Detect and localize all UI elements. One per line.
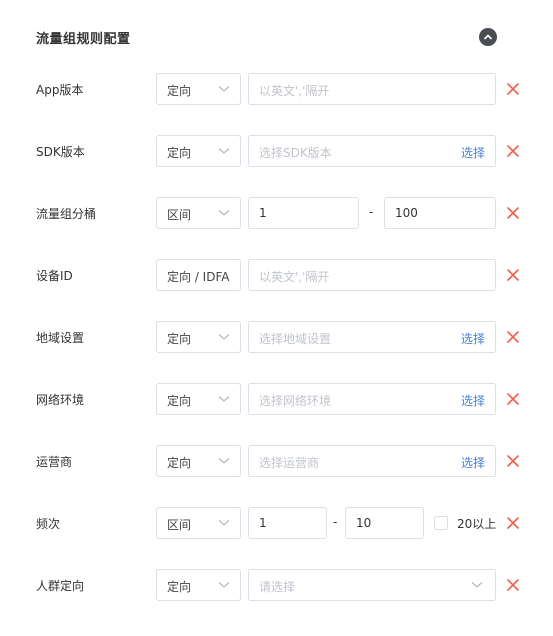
mode-select[interactable]: 定向	[156, 73, 241, 105]
range-to-input[interactable]: 10	[345, 507, 424, 539]
mode-select[interactable]: 区间	[156, 507, 241, 539]
rule-row-region: 地域设置 定向 选择地域设置 选择	[0, 321, 553, 353]
range-from-input[interactable]: 1	[248, 197, 359, 229]
rule-row-network: 网络环境 定向 选择网络环境 选择	[0, 383, 553, 415]
mode-select[interactable]: 定向	[156, 321, 241, 353]
mode-select[interactable]: 定向	[156, 569, 241, 601]
over-20-checkbox[interactable]	[434, 516, 448, 530]
field-label: 流量组分桶	[36, 207, 97, 221]
range-to-input[interactable]: 100	[384, 197, 496, 229]
input-value: 1	[259, 206, 267, 220]
chevron-down-icon	[218, 458, 230, 464]
input-placeholder: 请选择	[259, 580, 296, 594]
chevron-down-icon	[218, 582, 230, 588]
input-value: 100	[395, 206, 418, 220]
mode-select[interactable]: 定向	[156, 445, 241, 477]
input-placeholder: 以英文','隔开	[259, 84, 330, 98]
mode-select[interactable]: 定向	[156, 383, 241, 415]
delete-icon[interactable]	[506, 206, 520, 220]
field-label: 运营商	[36, 455, 73, 469]
rule-row-device-id: 设备ID 定向 / IDFA 以英文','隔开	[0, 259, 553, 291]
mode-select[interactable]: 区间	[156, 197, 241, 229]
chevron-down-icon	[218, 334, 230, 340]
delete-icon[interactable]	[506, 268, 520, 282]
input-placeholder: 选择地域设置	[259, 332, 332, 346]
select-value: 定向	[167, 394, 192, 408]
field-label: 网络环境	[36, 393, 85, 407]
rule-row-frequency: 频次 区间 1 - 10 20以上	[0, 507, 553, 539]
app-version-input[interactable]: 以英文','隔开	[248, 73, 496, 105]
carrier-input[interactable]: 选择运营商 选择	[248, 445, 496, 477]
select-value: 区间	[167, 518, 192, 532]
chevron-down-icon	[218, 396, 230, 402]
input-placeholder: 选择运营商	[259, 456, 320, 470]
select-link[interactable]: 选择	[461, 144, 485, 161]
field-label: 设备ID	[36, 269, 73, 283]
select-value: 定向	[167, 84, 192, 98]
input-placeholder: 以英文','隔开	[259, 270, 330, 284]
select-value: 定向	[167, 332, 192, 346]
range-separator: -	[333, 515, 338, 529]
select-link[interactable]: 选择	[461, 392, 485, 409]
field-label: 人群定向	[36, 579, 85, 593]
chevron-down-icon	[218, 210, 230, 216]
rule-row-app-version: App版本 定向 以英文','隔开	[0, 73, 553, 105]
delete-icon[interactable]	[506, 392, 520, 406]
select-value: 定向	[167, 146, 192, 160]
select-link[interactable]: 选择	[461, 454, 485, 471]
field-label: SDK版本	[36, 145, 85, 159]
delete-icon[interactable]	[506, 578, 520, 592]
mode-select[interactable]: 定向 / IDFA	[156, 259, 241, 291]
section-header: 流量组规则配置	[36, 24, 498, 52]
chevron-up-circle-icon[interactable]	[479, 28, 497, 46]
checkbox-label[interactable]: 20以上	[457, 515, 496, 532]
input-placeholder: 选择网络环境	[259, 394, 332, 408]
delete-icon[interactable]	[506, 454, 520, 468]
range-separator: -	[369, 205, 374, 219]
select-link[interactable]: 选择	[461, 330, 485, 347]
field-label: 频次	[36, 517, 61, 531]
audience-select[interactable]: 请选择	[248, 569, 496, 601]
chevron-down-icon	[471, 582, 483, 588]
select-value: 定向 / IDFA	[167, 270, 230, 284]
rule-row-audience: 人群定向 定向 请选择	[0, 569, 553, 601]
input-value: 1	[259, 516, 267, 530]
delete-icon[interactable]	[506, 330, 520, 344]
region-input[interactable]: 选择地域设置 选择	[248, 321, 496, 353]
chevron-down-icon	[218, 86, 230, 92]
select-value: 定向	[167, 580, 192, 594]
select-value: 定向	[167, 456, 192, 470]
delete-icon[interactable]	[506, 82, 520, 96]
section-title: 流量组规则配置	[36, 32, 131, 47]
field-label: 地域设置	[36, 331, 85, 345]
rule-row-sdk-version: SDK版本 定向 选择SDK版本 选择	[0, 135, 553, 167]
select-value: 区间	[167, 208, 192, 222]
rule-row-carrier: 运营商 定向 选择运营商 选择	[0, 445, 553, 477]
delete-icon[interactable]	[506, 144, 520, 158]
chevron-down-icon	[218, 148, 230, 154]
field-label: App版本	[36, 83, 84, 97]
chevron-down-icon	[218, 520, 230, 526]
sdk-version-input[interactable]: 选择SDK版本 选择	[248, 135, 496, 167]
input-value: 10	[356, 516, 372, 530]
rule-row-traffic-bucket: 流量组分桶 区间 1 - 100	[0, 197, 553, 229]
network-input[interactable]: 选择网络环境 选择	[248, 383, 496, 415]
mode-select[interactable]: 定向	[156, 135, 241, 167]
input-placeholder: 选择SDK版本	[259, 146, 332, 160]
range-from-input[interactable]: 1	[248, 507, 327, 539]
device-id-input[interactable]: 以英文','隔开	[248, 259, 496, 291]
delete-icon[interactable]	[506, 516, 520, 530]
